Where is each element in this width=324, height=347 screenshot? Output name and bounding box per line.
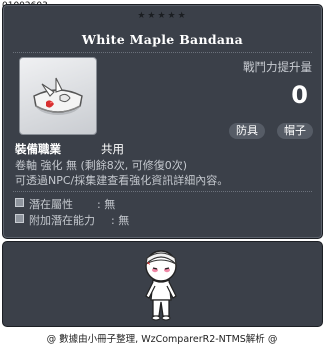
bonus-potential-value: : 無 [111,214,130,227]
divider [13,52,312,53]
item-title: White Maple Bandana [81,32,244,47]
footer-credit: @ 數據由小冊子整理, WzComparerR2-NTMS解析 @ [46,334,278,345]
character-preview-panel [2,241,323,327]
white-bandana-icon [33,77,83,115]
star-rating: ★★★★★ [137,11,188,21]
job-value: 共用 [101,142,124,156]
divider [13,191,312,192]
power-increase-label: 戰鬥力提升量 [243,60,312,74]
category-tag-armor: 防具 [229,123,265,139]
power-increase-value: 0 [291,81,308,109]
potential-label: 潛在屬性 [29,198,73,211]
item-icon-frame [19,57,97,135]
bonus-potential-row: 附加潛在能力 : 無 [15,212,129,228]
item-tooltip: ★★★★★ White Maple Bandana 戰鬥力提升量 0 防具 帽子… [2,4,323,239]
bonus-potential-label: 附加潛在能力 [29,214,95,227]
job-label: 裝備職業 [15,142,61,156]
npc-info: 可透過NPC/採集建查看強化資訊詳細內容。 [15,174,229,187]
scroll-info: 卷軸 強化 無 (剩餘8次, 可修復0次) [15,159,188,172]
bonus-potential-icon [15,214,24,223]
character-preview [145,250,177,321]
potential-icon [15,198,24,207]
category-tag-hat: 帽子 [277,123,313,139]
potential-value: : 無 [97,198,116,211]
potential-row: 潛在屬性 : 無 [15,196,115,212]
